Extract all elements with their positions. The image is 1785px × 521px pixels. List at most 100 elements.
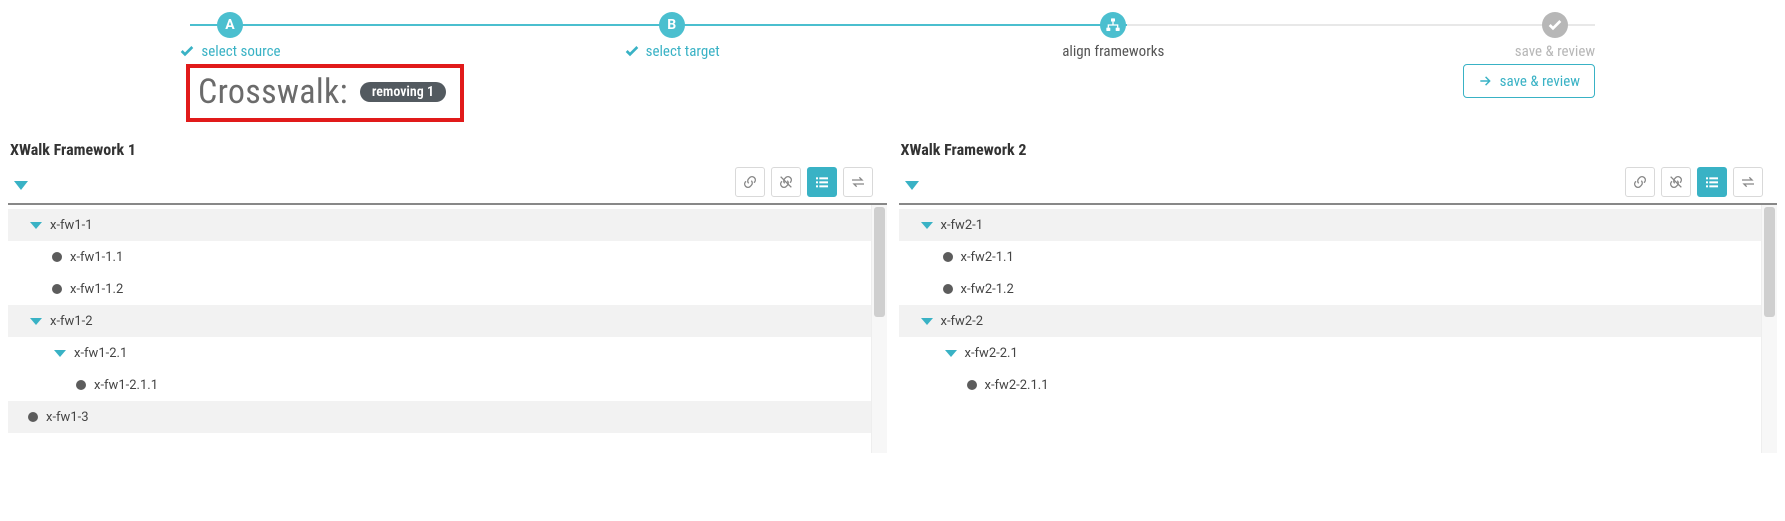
scrollbar[interactable] [1761, 205, 1777, 453]
step-label: save & review [1515, 42, 1595, 60]
step-badge-align [1100, 12, 1126, 38]
check-icon [624, 43, 640, 59]
swap-icon [850, 174, 866, 190]
step-label-text: align frameworks [1062, 42, 1164, 60]
node-label: x-fw2-2.1 [965, 346, 1018, 361]
panel-title: XWalk Framework 2 [901, 140, 1778, 159]
framework-panel: XWalk Framework 2x-fw2-1x-fw2-1.1x-fw2-1… [899, 140, 1778, 453]
tree-node[interactable]: x-fw1-2.1.1 [8, 369, 887, 401]
tree-container: x-fw1-1 x-fw1-1.1 x-fw1-1.2 x-fw1-2 x-fw1-2.… [8, 203, 887, 453]
step-badge-a: A [217, 12, 243, 38]
unlink-button[interactable] [771, 167, 801, 197]
tree-node[interactable]: x-fw1-3 [8, 401, 887, 433]
stepper-track [190, 24, 1595, 26]
expand-toggle[interactable] [54, 350, 66, 357]
list-button[interactable] [1697, 167, 1727, 197]
tree-node[interactable]: x-fw1-2 [8, 305, 887, 337]
node-label: x-fw1-2.1 [74, 346, 127, 361]
swap-button[interactable] [1733, 167, 1763, 197]
step-label: align frameworks [1062, 42, 1164, 60]
check-icon [1547, 17, 1563, 33]
tree-node[interactable]: x-fw1-1.2 [8, 273, 887, 305]
status-pill: removing 1 [360, 82, 446, 102]
list-icon [1704, 174, 1720, 190]
panel-toolbar [735, 167, 887, 197]
collapse-all-toggle[interactable] [14, 181, 28, 190]
tree-node[interactable]: x-fw1-2.1 [8, 337, 887, 369]
step-select-target[interactable]: B select target [612, 12, 732, 60]
node-label: x-fw1-2 [50, 314, 93, 329]
leaf-dot-icon [943, 284, 953, 294]
link-button[interactable] [1625, 167, 1655, 197]
crosswalk-title-box: Crosswalk: removing 1 [186, 64, 464, 122]
swap-icon [1740, 174, 1756, 190]
link-button[interactable] [735, 167, 765, 197]
node-label: x-fw1-3 [46, 410, 89, 425]
step-badge-save [1542, 12, 1568, 38]
node-label: x-fw1-1 [50, 218, 93, 233]
tree-node[interactable]: x-fw2-1.2 [899, 273, 1778, 305]
tree-node[interactable]: x-fw2-2.1.1 [899, 369, 1778, 401]
tree-node[interactable]: x-fw2-2 [899, 305, 1778, 337]
unlink-icon [1668, 174, 1684, 190]
node-label: x-fw2-1.1 [961, 250, 1014, 265]
save-review-button[interactable]: save & review [1463, 64, 1595, 98]
list-button[interactable] [807, 167, 837, 197]
tree: x-fw2-1 x-fw2-1.1 x-fw2-1.2 x-fw2-2 x-fw2-2.… [899, 205, 1778, 401]
step-badge-b: B [659, 12, 685, 38]
leaf-dot-icon [76, 380, 86, 390]
leaf-dot-icon [967, 380, 977, 390]
collapse-all-toggle[interactable] [905, 181, 919, 190]
step-label: select source [179, 42, 280, 60]
save-review-label: save & review [1500, 72, 1580, 90]
expand-toggle[interactable] [921, 222, 933, 229]
step-select-source[interactable]: A select source [170, 12, 290, 60]
node-label: x-fw1-2.1.1 [94, 378, 158, 393]
page-title: Crosswalk: [198, 72, 348, 112]
swap-button[interactable] [843, 167, 873, 197]
unlink-button[interactable] [1661, 167, 1691, 197]
check-icon [179, 43, 195, 59]
leaf-dot-icon [52, 252, 62, 262]
expand-toggle[interactable] [921, 318, 933, 325]
panel-header [899, 165, 1778, 199]
scrollbar[interactable] [871, 205, 887, 453]
leaf-dot-icon [943, 252, 953, 262]
node-label: x-fw2-2.1.1 [985, 378, 1049, 393]
org-chart-icon [1105, 17, 1121, 33]
link-icon [742, 174, 758, 190]
step-align-frameworks[interactable]: align frameworks [1053, 12, 1173, 60]
node-label: x-fw1-1.1 [70, 250, 123, 265]
tree-node[interactable]: x-fw2-1 [899, 209, 1778, 241]
scrollbar-thumb[interactable] [1764, 207, 1775, 317]
tree-node[interactable]: x-fw2-1.1 [899, 241, 1778, 273]
panel-toolbar [1625, 167, 1777, 197]
step-save-review[interactable]: save & review [1495, 12, 1615, 60]
link-icon [1632, 174, 1648, 190]
node-label: x-fw2-2 [941, 314, 984, 329]
scrollbar-thumb[interactable] [874, 207, 885, 317]
expand-toggle[interactable] [945, 350, 957, 357]
tree-container: x-fw2-1 x-fw2-1.1 x-fw2-1.2 x-fw2-2 x-fw2-2.… [899, 203, 1778, 453]
leaf-dot-icon [52, 284, 62, 294]
node-label: x-fw1-1.2 [70, 282, 123, 297]
step-label-text: select source [201, 42, 280, 60]
tree-node[interactable]: x-fw1-1.1 [8, 241, 887, 273]
node-label: x-fw2-1 [941, 218, 984, 233]
framework-panel: XWalk Framework 1x-fw1-1x-fw1-1.1x-fw1-1… [8, 140, 887, 453]
tree-node[interactable]: x-fw1-1 [8, 209, 887, 241]
expand-toggle[interactable] [30, 318, 42, 325]
leaf-dot-icon [28, 412, 38, 422]
arrow-right-icon [1478, 74, 1492, 88]
unlink-icon [778, 174, 794, 190]
step-label-text: select target [646, 42, 720, 60]
expand-toggle[interactable] [30, 222, 42, 229]
progress-stepper: A select source B select target al [0, 6, 1785, 60]
list-icon [814, 174, 830, 190]
tree-node[interactable]: x-fw2-2.1 [899, 337, 1778, 369]
panel-title: XWalk Framework 1 [10, 140, 887, 159]
panel-header [8, 165, 887, 199]
tree: x-fw1-1 x-fw1-1.1 x-fw1-1.2 x-fw1-2 x-fw1-2.… [8, 205, 887, 433]
node-label: x-fw2-1.2 [961, 282, 1014, 297]
step-label: select target [624, 42, 720, 60]
